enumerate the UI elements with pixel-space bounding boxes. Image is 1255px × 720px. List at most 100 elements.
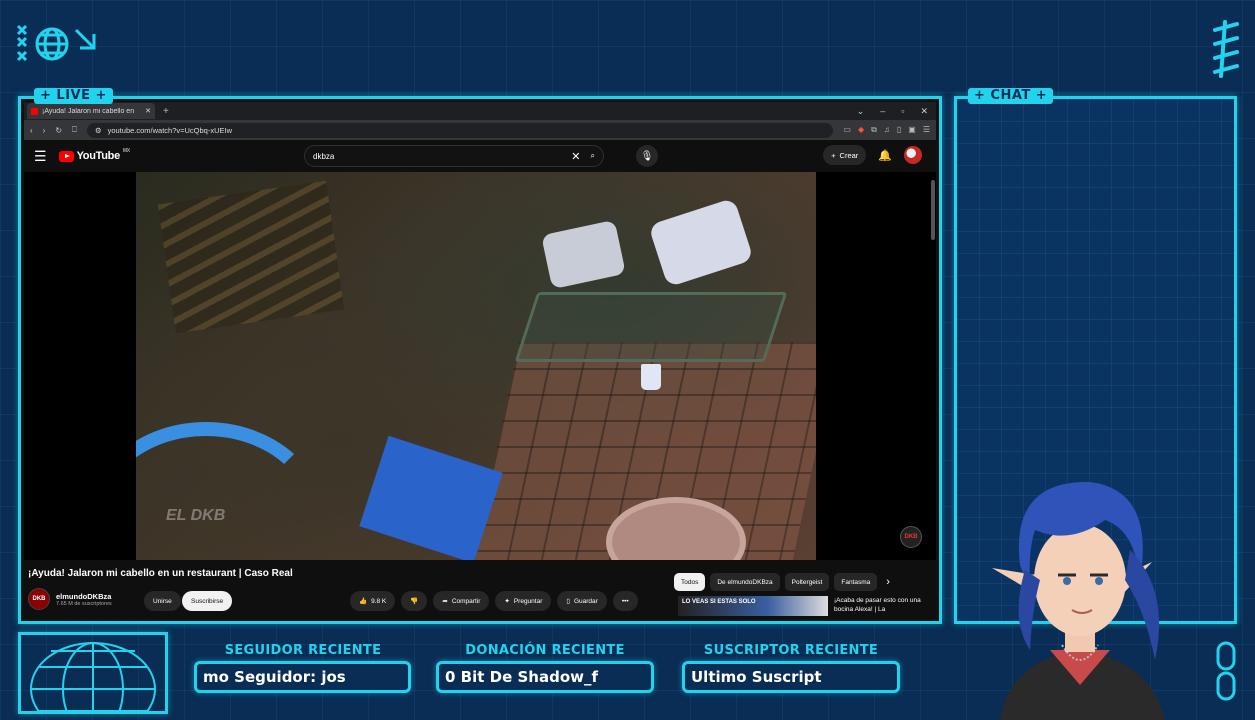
sidebar-icon[interactable]: ▯ [897, 125, 901, 135]
channel-brand [14, 22, 104, 66]
video-actions: 👍 9.8 K 👎 ➦ Compartir ✦ Preguntar ▯ Guar… [350, 591, 638, 611]
menu-icon[interactable]: ☰ [923, 125, 930, 135]
tab-title: ¡Ayuda! Jalaron mi cabello en [42, 107, 135, 115]
youtube-wordmark: YouTube [76, 150, 121, 162]
user-avatar[interactable] [904, 146, 922, 164]
browser-tabbar: ¡Ayuda! Jalaron mi cabello en ✕ + ⌄ – ▫ … [24, 102, 936, 120]
recent-donation-box: 0 Bit De Shadow_f [436, 661, 654, 693]
globe-panel [18, 632, 168, 720]
video-cup [641, 364, 661, 390]
globe-icon [30, 642, 156, 720]
filter-chips: Todos De elmundoDKBza Poltergeist Fantas… [674, 573, 890, 591]
wallet-icon[interactable]: ▣ [908, 125, 916, 135]
sparkle-icon: ✦ [504, 598, 510, 605]
chat-label: + CHAT + [968, 88, 1054, 104]
recent-subscriber-title: SUSCRIPTOR RECIENTE [703, 643, 879, 658]
recent-subscriber-box: Ultimo Suscript [682, 661, 900, 693]
minimize-icon[interactable]: – [880, 106, 885, 117]
youtube-play-icon [58, 150, 74, 162]
close-window-icon[interactable]: ✕ [920, 106, 928, 117]
channel-watermark-badge[interactable]: DKB [900, 526, 922, 548]
video-bench [514, 292, 788, 362]
puzzle-icon[interactable]: ⧉ [871, 125, 877, 135]
chip-fantasma[interactable]: Fantasma [834, 573, 878, 591]
video-pillow [648, 197, 754, 288]
page-scrollbar[interactable] [931, 180, 935, 240]
channel-avatar[interactable]: DKB [28, 588, 50, 610]
notifications-bell-icon[interactable]: 🔔 [878, 149, 892, 162]
chevron-right-icon[interactable]: › [886, 576, 890, 588]
brand-icon [16, 24, 96, 62]
recommended-video[interactable]: LO VEAS SI ESTAS SOLO ¡Acaba de pasar es… [678, 596, 924, 616]
vtuber-avatar [940, 470, 1220, 720]
thumbnail-text: LO VEAS SI ESTAS SOLO [682, 599, 756, 605]
search-query: dkbza [313, 151, 335, 161]
recommended-thumbnail: LO VEAS SI ESTAS SOLO [678, 596, 828, 616]
like-button[interactable]: 👍 9.8 K [350, 591, 396, 611]
plus-icon: + [831, 150, 836, 160]
like-count: 9.8 K [371, 597, 387, 605]
join-button[interactable]: Unirse [144, 591, 181, 611]
video-pool-edge [136, 422, 326, 560]
create-button[interactable]: + Crear [823, 145, 867, 165]
youtube-page: ☰ YouTube MX dkbza ✕ ⌕ 🎙 + Crear 🔔 EL DK… [24, 140, 936, 618]
thumbs-down-icon: 👎 [410, 598, 419, 605]
corner-decoration-top [1211, 20, 1241, 85]
recommended-title: ¡Acaba de pasar esto con una bocina Alex… [834, 597, 921, 613]
tab-list-icon[interactable]: ⌄ [857, 106, 865, 117]
reload-icon[interactable]: ↻ [55, 126, 62, 135]
browser-tab[interactable]: ¡Ayuda! Jalaron mi cabello en ✕ [27, 103, 155, 119]
extensions-area: ▭ ◆ ⧉ ♫ ▯ ▣ ☰ [843, 125, 930, 135]
address-bar[interactable]: ⚙ youtube.com/watch?v=UcQbq-xUEIw [86, 122, 834, 138]
chip-channel[interactable]: De elmundoDKBza [710, 573, 780, 591]
forward-icon[interactable]: › [43, 126, 46, 135]
country-code: MX [122, 148, 130, 154]
clear-search-icon[interactable]: ✕ [571, 150, 580, 163]
tab-close-icon[interactable]: ✕ [145, 107, 151, 115]
cast-icon[interactable]: ▭ [843, 125, 851, 135]
video-stairs [157, 180, 345, 334]
live-label: + LIVE + [34, 88, 113, 104]
back-icon[interactable]: ‹ [30, 126, 33, 135]
subscribe-button[interactable]: Suscribirse [182, 591, 233, 611]
brave-shield-icon[interactable]: ◆ [858, 125, 864, 135]
more-actions-icon[interactable]: ••• [612, 591, 638, 611]
recent-follower-title: SEGUIDOR RECIENTE [224, 643, 382, 658]
browser-toolbar: ‹ › ↻ ⎕ ⚙ youtube.com/watch?v=UcQbq-xUEI… [24, 120, 936, 140]
save-button[interactable]: ▯ Guardar [557, 591, 607, 611]
video-title: ¡Ayuda! Jalaron mi cabello en un restaur… [28, 568, 293, 579]
recent-donation-title: DONACIÓN RECIENTE [465, 643, 625, 658]
video-watermark: EL DKB [166, 507, 226, 524]
hamburger-icon[interactable]: ☰ [34, 148, 47, 165]
live-frame: ¡Ayuda! Jalaron mi cabello en ✕ + ⌄ – ▫ … [18, 96, 942, 624]
chip-all[interactable]: Todos [674, 573, 706, 591]
bookmark-icon[interactable]: ⎕ [72, 125, 77, 135]
thumbs-up-icon: 👍 [359, 598, 368, 605]
site-info-icon[interactable]: ⚙ [95, 126, 102, 135]
share-button[interactable]: ➦ Compartir [433, 591, 490, 611]
search-input[interactable]: dkbza ✕ ⌕ [304, 145, 604, 167]
voice-search-icon[interactable]: 🎙 [636, 145, 658, 167]
bookmark-save-icon: ▯ [566, 598, 570, 605]
share-label: Compartir [451, 597, 481, 605]
channel-name[interactable]: elmundoDKBza [56, 592, 112, 601]
maximize-icon[interactable]: ▫ [901, 106, 904, 117]
ask-button[interactable]: ✦ Preguntar [495, 591, 552, 611]
ask-label: Preguntar [513, 597, 543, 605]
create-label: Crear [839, 150, 859, 160]
youtube-logo[interactable]: YouTube MX [58, 148, 130, 162]
url-text: youtube.com/watch?v=UcQbq-xUEIw [107, 125, 233, 135]
new-tab-icon[interactable]: + [163, 106, 169, 117]
video-frame: EL DKB [136, 172, 816, 560]
channel-info: DKB elmundoDKBza 7.65 M de suscriptores [28, 588, 112, 610]
video-player[interactable]: EL DKB DKB [24, 172, 936, 560]
recent-follower-box: mo Seguidor: jos [194, 661, 411, 693]
video-pillow [541, 219, 626, 290]
channel-subscribers: 7.65 M de suscriptores [56, 600, 112, 607]
save-label: Guardar [573, 597, 598, 605]
music-icon[interactable]: ♫ [884, 125, 890, 135]
search-icon[interactable]: ⌕ [591, 151, 595, 161]
share-icon: ➦ [442, 598, 448, 605]
chip-poltergeist[interactable]: Poltergeist [784, 573, 830, 591]
dislike-button[interactable]: 👎 [401, 591, 428, 611]
